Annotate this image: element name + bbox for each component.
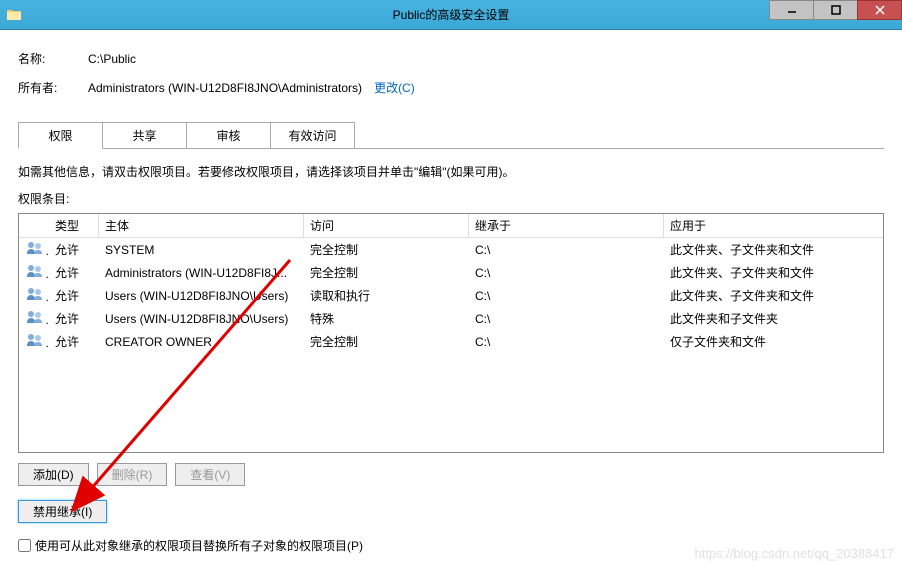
name-label: 名称: [18, 50, 88, 67]
cell-type: 允许 [49, 286, 99, 305]
maximize-button[interactable] [813, 0, 858, 20]
action-buttons-row: 添加(D) 删除(R) 查看(V) [18, 463, 884, 486]
cell-type: 允许 [49, 263, 99, 282]
users-icon [19, 286, 49, 305]
col-type[interactable]: 类型 [49, 214, 99, 237]
owner-label: 所有者: [18, 79, 88, 96]
cell-inherited: C:\ [469, 311, 664, 327]
replace-children-checkbox[interactable] [18, 539, 31, 552]
col-principal[interactable]: 主体 [99, 214, 304, 237]
table-header: 类型 主体 访问 继承于 应用于 [19, 214, 883, 238]
cell-type: 允许 [49, 309, 99, 328]
users-icon [19, 263, 49, 282]
cell-inherited: C:\ [469, 334, 664, 350]
name-value: C:\Public [88, 52, 136, 66]
close-button[interactable] [857, 0, 902, 20]
cell-applies: 此文件夹、子文件夹和文件 [664, 286, 883, 305]
cell-applies: 此文件夹和子文件夹 [664, 309, 883, 328]
table-body: 允许SYSTEM完全控制C:\此文件夹、子文件夹和文件允许Administrat… [19, 238, 883, 353]
col-access[interactable]: 访问 [304, 214, 469, 237]
tab-effective-access[interactable]: 有效访问 [270, 122, 355, 148]
owner-value: Administrators (WIN-U12D8FI8JNO\Administ… [88, 81, 362, 95]
users-icon [19, 309, 49, 328]
remove-button: 删除(R) [97, 463, 168, 486]
cell-type: 允许 [49, 332, 99, 351]
cell-inherited: C:\ [469, 242, 664, 258]
cell-inherited: C:\ [469, 288, 664, 304]
add-button[interactable]: 添加(D) [18, 463, 89, 486]
cell-access: 完全控制 [304, 263, 469, 282]
table-row[interactable]: 允许Users (WIN-U12D8FI8JNO\Users)特殊C:\此文件夹… [19, 307, 883, 330]
table-row[interactable]: 允许Administrators (WIN-U12D8FI8J...完全控制C:… [19, 261, 883, 284]
change-owner-link[interactable]: 更改(C) [374, 79, 415, 96]
cell-principal: Administrators (WIN-U12D8FI8J... [99, 265, 304, 281]
col-icon[interactable] [19, 214, 49, 237]
cell-principal: Users (WIN-U12D8FI8JNO\Users) [99, 311, 304, 327]
table-row[interactable]: 允许SYSTEM完全控制C:\此文件夹、子文件夹和文件 [19, 238, 883, 261]
info-section: 名称: C:\Public 所有者: Administrators (WIN-U… [18, 30, 884, 118]
minimize-button[interactable] [769, 0, 814, 20]
window-title: Public的高级安全设置 [393, 6, 510, 23]
users-icon [19, 332, 49, 351]
titlebar: Public的高级安全设置 [0, 0, 902, 30]
inherit-row: 禁用继承(I) [18, 500, 884, 523]
cell-applies: 仅子文件夹和文件 [664, 332, 883, 351]
cell-access: 读取和执行 [304, 286, 469, 305]
col-inherited[interactable]: 继承于 [469, 214, 664, 237]
cell-type: 允许 [49, 240, 99, 259]
cell-principal: Users (WIN-U12D8FI8JNO\Users) [99, 288, 304, 304]
tab-auditing[interactable]: 审核 [186, 122, 271, 148]
cell-applies: 此文件夹、子文件夹和文件 [664, 263, 883, 282]
tab-permissions[interactable]: 权限 [18, 122, 103, 149]
window-controls [770, 0, 902, 20]
folder-icon [6, 7, 22, 23]
replace-children-label[interactable]: 使用可从此对象继承的权限项目替换所有子对象的权限项目(P) [35, 537, 363, 554]
col-applies[interactable]: 应用于 [664, 214, 883, 237]
cell-access: 完全控制 [304, 332, 469, 351]
view-button: 查看(V) [175, 463, 245, 486]
cell-principal: SYSTEM [99, 242, 304, 258]
instruction-text: 如需其他信息，请双击权限项目。若要修改权限项目，请选择该项目并单击"编辑"(如果… [18, 163, 884, 180]
cell-applies: 此文件夹、子文件夹和文件 [664, 240, 883, 259]
users-icon [19, 240, 49, 259]
cell-principal: CREATOR OWNER [99, 334, 304, 350]
cell-access: 完全控制 [304, 240, 469, 259]
table-row[interactable]: 允许Users (WIN-U12D8FI8JNO\Users)读取和执行C:\此… [19, 284, 883, 307]
table-row[interactable]: 允许CREATOR OWNER完全控制C:\仅子文件夹和文件 [19, 330, 883, 353]
disable-inheritance-button[interactable]: 禁用继承(I) [18, 500, 107, 523]
entries-label: 权限条目: [18, 190, 884, 207]
cell-inherited: C:\ [469, 265, 664, 281]
watermark: https://blog.csdn.net/qq_20388417 [695, 546, 895, 561]
tabs-container: 权限 共享 审核 有效访问 [18, 122, 884, 149]
tab-sharing[interactable]: 共享 [102, 122, 187, 148]
permissions-table: 类型 主体 访问 继承于 应用于 允许SYSTEM完全控制C:\此文件夹、子文件… [18, 213, 884, 453]
cell-access: 特殊 [304, 309, 469, 328]
